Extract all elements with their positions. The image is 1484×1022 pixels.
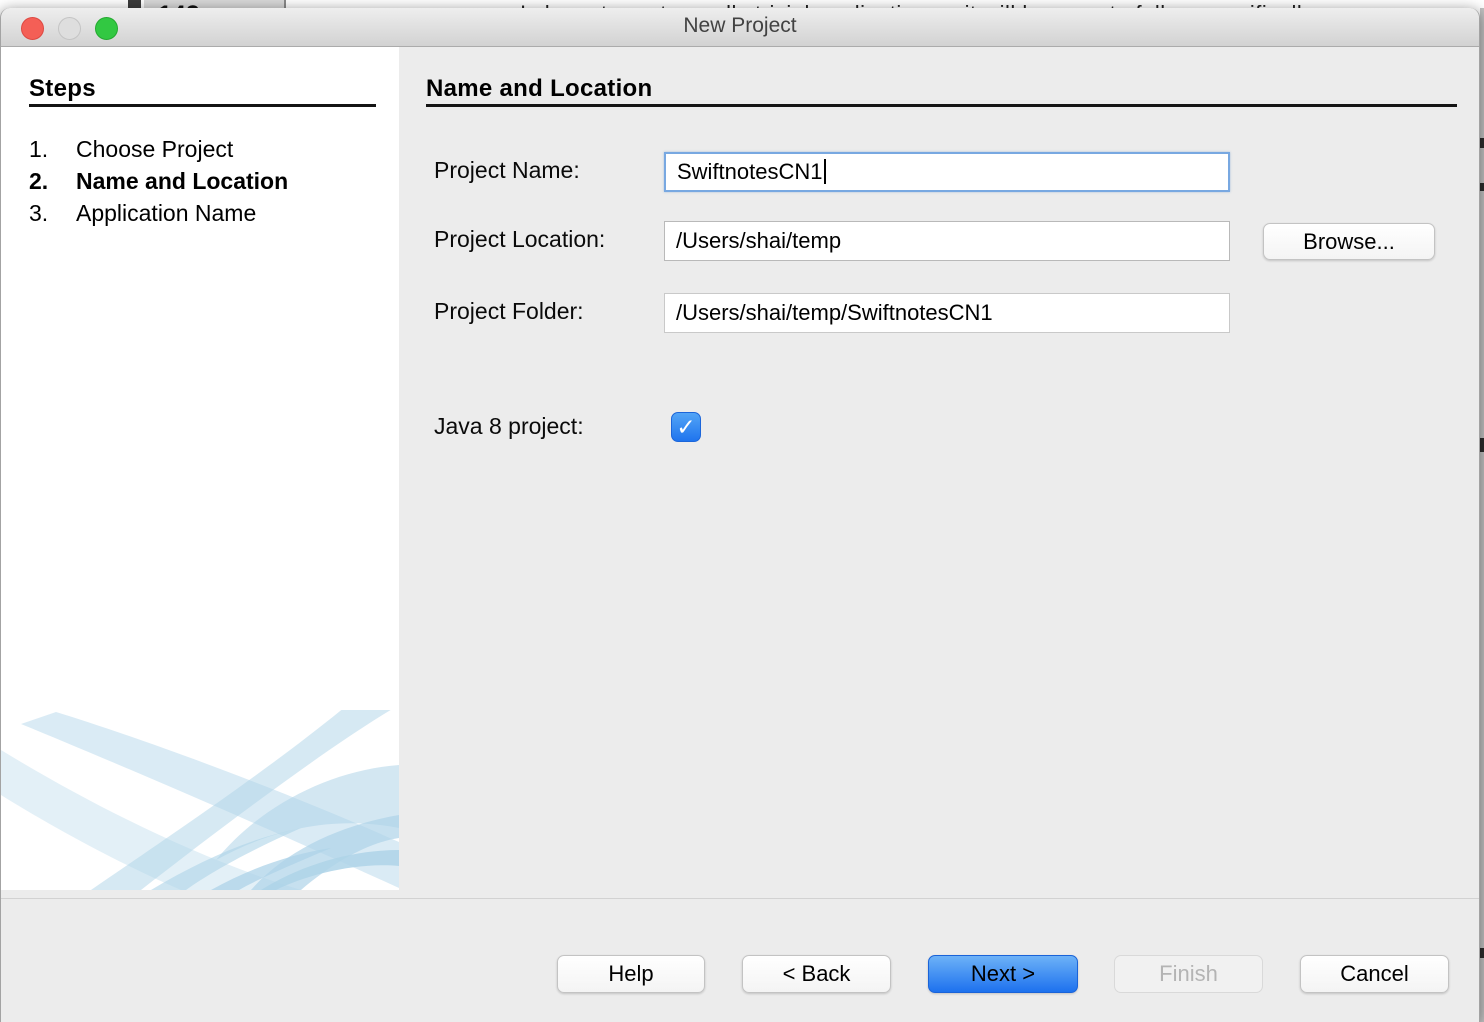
step-item-name-and-location: 2. Name and Location bbox=[1, 165, 399, 197]
window-title: New Project bbox=[1, 14, 1479, 38]
steps-panel: Steps 1. Choose Project 2. Name and Loca… bbox=[1, 47, 399, 890]
step-label: Name and Location bbox=[76, 165, 288, 197]
checkmark-icon: ✓ bbox=[676, 414, 695, 440]
help-button[interactable]: Help bbox=[557, 955, 705, 993]
project-location-value: /Users/shai/temp bbox=[676, 228, 841, 253]
steps-list: 1. Choose Project 2. Name and Location 3… bbox=[1, 133, 399, 229]
step-item-application-name: 3. Application Name bbox=[1, 197, 399, 229]
step-label: Choose Project bbox=[76, 133, 233, 165]
step-number: 1. bbox=[29, 133, 76, 165]
form-heading: Name and Location bbox=[426, 75, 1457, 107]
text-cursor bbox=[824, 159, 826, 184]
next-button[interactable]: Next > bbox=[928, 955, 1078, 993]
project-folder-label: Project Folder: bbox=[434, 294, 584, 328]
project-location-label: Project Location: bbox=[434, 222, 605, 256]
name-and-location-panel: Name and Location Project Name: Swiftnot… bbox=[399, 47, 1479, 890]
project-name-label: Project Name: bbox=[434, 153, 580, 187]
step-item-choose-project: 1. Choose Project bbox=[1, 133, 399, 165]
steps-heading: Steps bbox=[29, 75, 376, 107]
new-project-dialog: New Project Steps 1. Choose Project 2. N… bbox=[0, 8, 1480, 1022]
project-name-value: SwiftnotesCN1 bbox=[677, 159, 823, 184]
back-button[interactable]: < Back bbox=[742, 955, 891, 993]
project-location-input[interactable]: /Users/shai/temp bbox=[664, 221, 1230, 261]
dialog-footer: Help < Back Next > Finish Cancel bbox=[1, 890, 1479, 1022]
footer-divider bbox=[1, 898, 1479, 899]
java8-project-label: Java 8 project: bbox=[434, 409, 584, 443]
title-bar[interactable]: New Project bbox=[1, 8, 1479, 47]
finish-button: Finish bbox=[1114, 955, 1263, 993]
step-label: Application Name bbox=[76, 197, 256, 229]
java8-checkbox[interactable]: ✓ bbox=[671, 412, 701, 442]
project-name-input[interactable]: SwiftnotesCN1 bbox=[664, 152, 1230, 192]
background-window-sliver bbox=[1480, 8, 1484, 1022]
watermark-graphic bbox=[1, 710, 399, 890]
browse-button[interactable]: Browse... bbox=[1263, 223, 1435, 260]
cancel-button[interactable]: Cancel bbox=[1300, 955, 1449, 993]
step-number: 2. bbox=[29, 165, 76, 197]
project-folder-input[interactable]: /Users/shai/temp/SwiftnotesCN1 bbox=[664, 293, 1230, 333]
project-folder-value: /Users/shai/temp/SwiftnotesCN1 bbox=[676, 300, 993, 325]
step-number: 3. bbox=[29, 197, 76, 229]
